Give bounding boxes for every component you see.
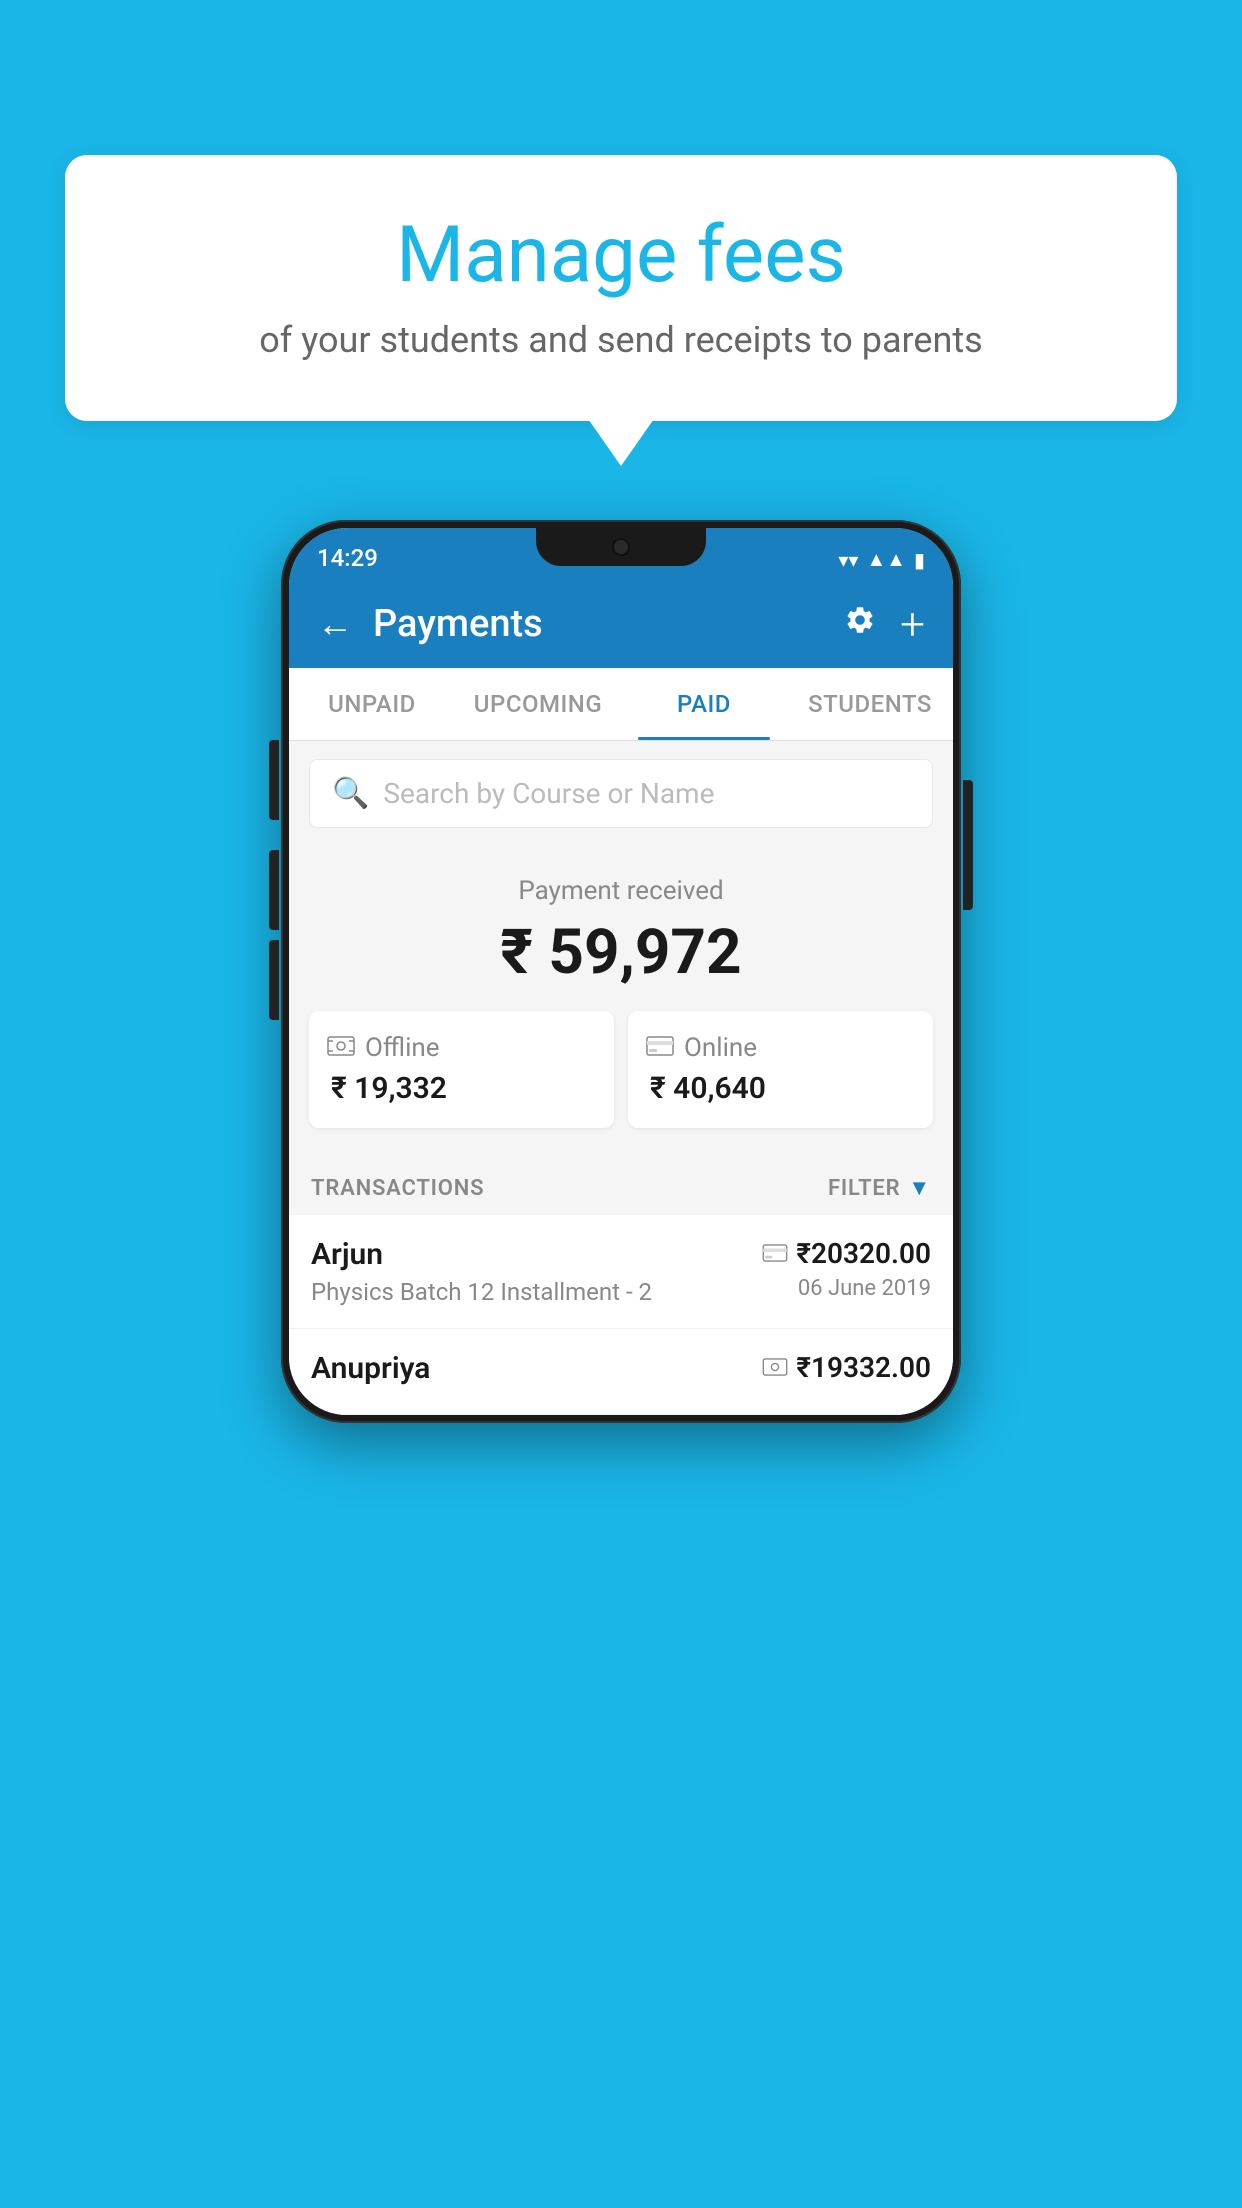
manage-fees-title: Manage fees <box>125 210 1117 301</box>
transaction-left-anupriya: Anupriya <box>311 1351 762 1392</box>
transaction-amount-row: ₹20320.00 <box>762 1237 931 1270</box>
payment-summary: Payment received ₹ 59,972 <box>289 846 953 1153</box>
page-title: Payments <box>373 602 824 646</box>
offline-card-header: Offline <box>327 1033 440 1063</box>
transaction-right-anupriya: ₹19332.00 <box>762 1351 931 1390</box>
transaction-date: 06 June 2019 <box>762 1276 931 1301</box>
speech-bubble-container: Manage fees of your students and send re… <box>65 155 1177 421</box>
camera-notch <box>612 538 630 556</box>
transactions-label: TRANSACTIONS <box>311 1176 484 1201</box>
transaction-course: Physics Batch 12 Installment - 2 <box>311 1278 762 1306</box>
signal-icon: ▲▲ <box>866 547 906 572</box>
transaction-list: Arjun Physics Batch 12 Installment - 2 <box>289 1215 953 1415</box>
status-icons: ▾▾ ▲▲ ▮ <box>838 547 925 572</box>
payment-received-label: Payment received <box>309 876 933 906</box>
phone-mockup: 14:29 ▾▾ ▲▲ ▮ ← Payments + <box>281 520 961 1423</box>
online-payment-card: Online ₹ 40,640 <box>628 1011 933 1128</box>
transactions-header: TRANSACTIONS FILTER ▼ <box>289 1153 953 1215</box>
search-bar[interactable]: 🔍 Search by Course or Name <box>309 759 933 828</box>
card-payment-icon <box>762 1239 788 1269</box>
transaction-name: Anupriya <box>311 1351 762 1386</box>
payment-cards: Offline ₹ 19,332 <box>309 1011 933 1128</box>
transaction-amount: ₹20320.00 <box>796 1237 931 1270</box>
transaction-name: Arjun <box>311 1237 762 1272</box>
transaction-amount: ₹19332.00 <box>796 1351 931 1384</box>
filter-button[interactable]: FILTER ▼ <box>828 1175 931 1201</box>
offline-payment-card: Offline ₹ 19,332 <box>309 1011 614 1128</box>
search-input[interactable]: Search by Course or Name <box>383 777 714 810</box>
tab-students[interactable]: STUDENTS <box>787 668 953 740</box>
add-button[interactable]: + <box>900 598 925 650</box>
tabs-bar: UNPAID UPCOMING PAID STUDENTS <box>289 668 953 741</box>
table-row[interactable]: Anupriya ₹19332.00 <box>289 1329 953 1415</box>
header-actions: + <box>844 598 925 650</box>
online-label: Online <box>684 1033 757 1063</box>
table-row[interactable]: Arjun Physics Batch 12 Installment - 2 <box>289 1215 953 1329</box>
status-time: 14:29 <box>317 544 378 572</box>
wifi-icon: ▾▾ <box>838 548 858 572</box>
cash-icon <box>327 1033 355 1063</box>
payment-total-amount: ₹ 59,972 <box>309 916 933 989</box>
manage-fees-subtitle: of your students and send receipts to pa… <box>125 319 1117 361</box>
speech-bubble: Manage fees of your students and send re… <box>65 155 1177 421</box>
phone-outer: 14:29 ▾▾ ▲▲ ▮ ← Payments + <box>281 520 961 1423</box>
transaction-amount-row: ₹19332.00 <box>762 1351 931 1384</box>
online-card-header: Online <box>646 1033 757 1063</box>
filter-text: FILTER <box>828 1176 900 1201</box>
tab-unpaid[interactable]: UNPAID <box>289 668 455 740</box>
tab-paid[interactable]: PAID <box>621 668 787 740</box>
tab-upcoming[interactable]: UPCOMING <box>455 668 621 740</box>
online-amount: ₹ 40,640 <box>646 1071 766 1106</box>
settings-icon[interactable] <box>844 604 876 645</box>
app-header: ← Payments + <box>289 580 953 668</box>
phone-screen: 14:29 ▾▾ ▲▲ ▮ ← Payments + <box>289 528 953 1415</box>
phone-notch <box>536 528 706 566</box>
offline-amount: ₹ 19,332 <box>327 1071 447 1106</box>
offline-label: Offline <box>365 1033 440 1063</box>
filter-icon: ▼ <box>908 1175 931 1201</box>
search-container: 🔍 Search by Course or Name <box>289 741 953 846</box>
cash-payment-icon <box>762 1353 788 1383</box>
battery-icon: ▮ <box>914 548 925 572</box>
search-icon: 🔍 <box>332 776 369 811</box>
card-icon <box>646 1033 674 1063</box>
transaction-left-arjun: Arjun Physics Batch 12 Installment - 2 <box>311 1237 762 1306</box>
transaction-right-arjun: ₹20320.00 06 June 2019 <box>762 1237 931 1301</box>
back-button[interactable]: ← <box>317 603 353 645</box>
